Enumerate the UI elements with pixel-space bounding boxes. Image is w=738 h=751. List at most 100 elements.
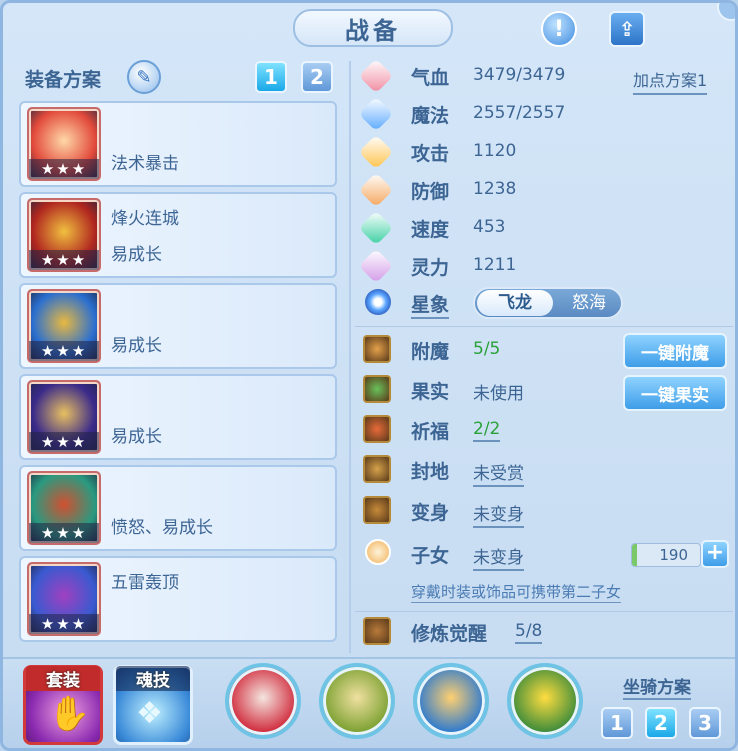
mount-plan-tab-2[interactable]: 2	[645, 707, 677, 739]
attribute-label: 子女	[411, 545, 450, 567]
attribute-value[interactable]: 未变身	[473, 500, 524, 528]
stat-row: 速度 453	[358, 210, 731, 246]
child-counter: 190	[631, 543, 701, 567]
star-sign-label[interactable]: 星象	[411, 290, 450, 319]
equipment-slot[interactable]: ★★★ 烽火连城易成长	[19, 192, 337, 278]
leaf-orb-icon[interactable]	[507, 663, 583, 739]
equipment-plan-label: 装备方案	[25, 69, 102, 91]
mount-plan-tab-1[interactable]: 1	[601, 707, 633, 739]
star-sign-option-b[interactable]: 怒海	[559, 290, 619, 316]
star-sign-option-a[interactable]: 飞龙	[477, 290, 553, 316]
help-icon[interactable]: !	[541, 11, 577, 47]
equipment-stars: ★★★	[29, 614, 99, 634]
attribute-value[interactable]: 未受赏	[473, 459, 524, 487]
page-title: 战备	[293, 9, 453, 47]
section-divider	[355, 326, 733, 327]
stat-label: 魔法	[411, 105, 450, 127]
equipment-effect-primary: 烽火连城	[111, 209, 179, 229]
enchant-all-button[interactable]: 一键附魔	[623, 333, 727, 369]
section-divider	[355, 611, 733, 612]
share-icon[interactable]: ⇪	[609, 11, 645, 47]
star-sign-toggle[interactable]: 飞龙 怒海	[473, 287, 623, 319]
stat-row: 防御 1238	[358, 172, 731, 208]
dragon-icon: ❖	[136, 696, 163, 731]
suit-tile[interactable]: 套装 ✋	[23, 665, 103, 745]
fief-icon	[363, 455, 391, 483]
attribute-value: 5/5	[473, 339, 501, 359]
heart-icon	[358, 58, 394, 94]
equipment-slot[interactable]: ★★★ 五雷轰顶	[19, 556, 337, 642]
stat-row: 灵力 1211	[358, 248, 731, 284]
stat-row: 攻击 1120	[358, 134, 731, 170]
lightning-icon	[358, 210, 394, 246]
edit-plan-button[interactable]: ✎	[127, 60, 161, 94]
fruit-all-button[interactable]: 一键果实	[623, 375, 727, 411]
attribute-label: 果实	[411, 381, 450, 403]
equipment-plan-tab-2[interactable]: 2	[301, 61, 333, 93]
equipment-plan-tab-1[interactable]: 1	[255, 61, 287, 93]
soul-skill-tile[interactable]: 魂技 ❖	[113, 665, 193, 745]
equipment-slot[interactable]: ★★★ 易成长	[19, 283, 337, 369]
equipment-icon[interactable]: ★★★	[27, 107, 101, 181]
star-sign-row: 星象 飞龙 怒海	[361, 287, 731, 321]
plus-plan-link[interactable]: 加点方案1	[633, 67, 708, 95]
stat-label: 灵力	[411, 257, 450, 279]
stat-value: 453	[473, 217, 506, 237]
equipment-slot[interactable]: ★★★ 易成长	[19, 374, 337, 460]
spirit-icon	[358, 248, 394, 284]
equipment-effect-secondary: 易成长	[111, 336, 162, 356]
child-icon	[365, 539, 391, 565]
attribute-label: 封地	[411, 461, 450, 483]
attribute-value[interactable]: 未变身	[473, 543, 524, 571]
column-divider	[349, 61, 351, 653]
equipment-stars: ★★★	[29, 432, 99, 452]
equipment-effect-secondary: 易成长	[111, 245, 162, 265]
stat-row: 魔法 2557/2557	[358, 96, 731, 132]
equipment-list: ★★★ 法术暴击 ★★★ 烽火连城 易成长 ★★★ 易成长 ★★★ 易成长 ★★★ 愤怒、易成长 ★★…	[19, 101, 337, 649]
attribute-value[interactable]: 5/8	[515, 621, 543, 644]
equipment-icon[interactable]: ★★★	[27, 562, 101, 636]
hand-icon: ✋	[48, 694, 91, 734]
equipment-effect-primary: 五雷轰顶	[111, 573, 179, 593]
equipment-stars: ★★★	[29, 159, 99, 179]
equipment-icon[interactable]: ★★★	[27, 380, 101, 454]
cultivation-icon	[363, 617, 391, 645]
stat-label: 攻击	[411, 143, 450, 165]
shield-icon	[358, 172, 394, 208]
equipment-icon[interactable]: ★★★	[27, 289, 101, 363]
attribute-row: 祈福 2/2	[361, 413, 731, 447]
battle-prep-panel: 战备 ! ⇪ 装备方案 ✎ 1 2 ★★★ 法术暴击 ★★★ 烽火连城 易成长 ★★★ 易成…	[0, 0, 738, 751]
wave-orb-icon[interactable]	[413, 663, 489, 739]
star-sign-icon	[365, 289, 391, 315]
equipment-icon[interactable]: ★★★	[27, 471, 101, 545]
child-counter-value: 190	[659, 546, 688, 564]
corner-ornament	[717, 3, 735, 21]
transform-icon	[363, 496, 391, 524]
stat-value: 1211	[473, 255, 517, 275]
attribute-row: 封地 未受赏	[361, 453, 731, 487]
figure-orb-icon[interactable]	[319, 663, 395, 739]
child-counter-fill	[632, 544, 638, 566]
attribute-row: 变身 未变身	[361, 494, 731, 528]
mount-plan-label: 坐骑方案	[623, 673, 691, 700]
attribute-value: 未使用	[473, 384, 524, 404]
attribute-value[interactable]: 2/2	[473, 419, 501, 442]
mount-plan-tab-3[interactable]: 3	[689, 707, 721, 739]
suit-label: 套装	[26, 666, 100, 691]
attribute-label: 祈福	[411, 421, 450, 443]
second-child-hint[interactable]: 穿戴时装或饰品可携带第二子女	[411, 581, 622, 603]
equipment-effect-secondary: 愤怒、易成长	[111, 518, 213, 538]
equipment-slot[interactable]: ★★★ 法术暴击	[19, 101, 337, 187]
equipment-icon[interactable]: ★★★	[27, 198, 101, 272]
stat-label: 速度	[411, 219, 450, 241]
stat-label: 防御	[411, 181, 450, 203]
equipment-effect-secondary: 易成长	[111, 427, 162, 447]
equipment-slot[interactable]: ★★★ 愤怒、易成长	[19, 465, 337, 551]
equipment-stars: ★★★	[29, 250, 99, 270]
stat-value: 2557/2557	[473, 103, 566, 123]
petal-orb-icon[interactable]	[225, 663, 301, 739]
enchant-icon	[363, 335, 391, 363]
child-counter-plus-button[interactable]: +	[701, 540, 729, 568]
attribute-label: 修炼觉醒	[411, 623, 488, 645]
equipment-stars: ★★★	[29, 523, 99, 543]
